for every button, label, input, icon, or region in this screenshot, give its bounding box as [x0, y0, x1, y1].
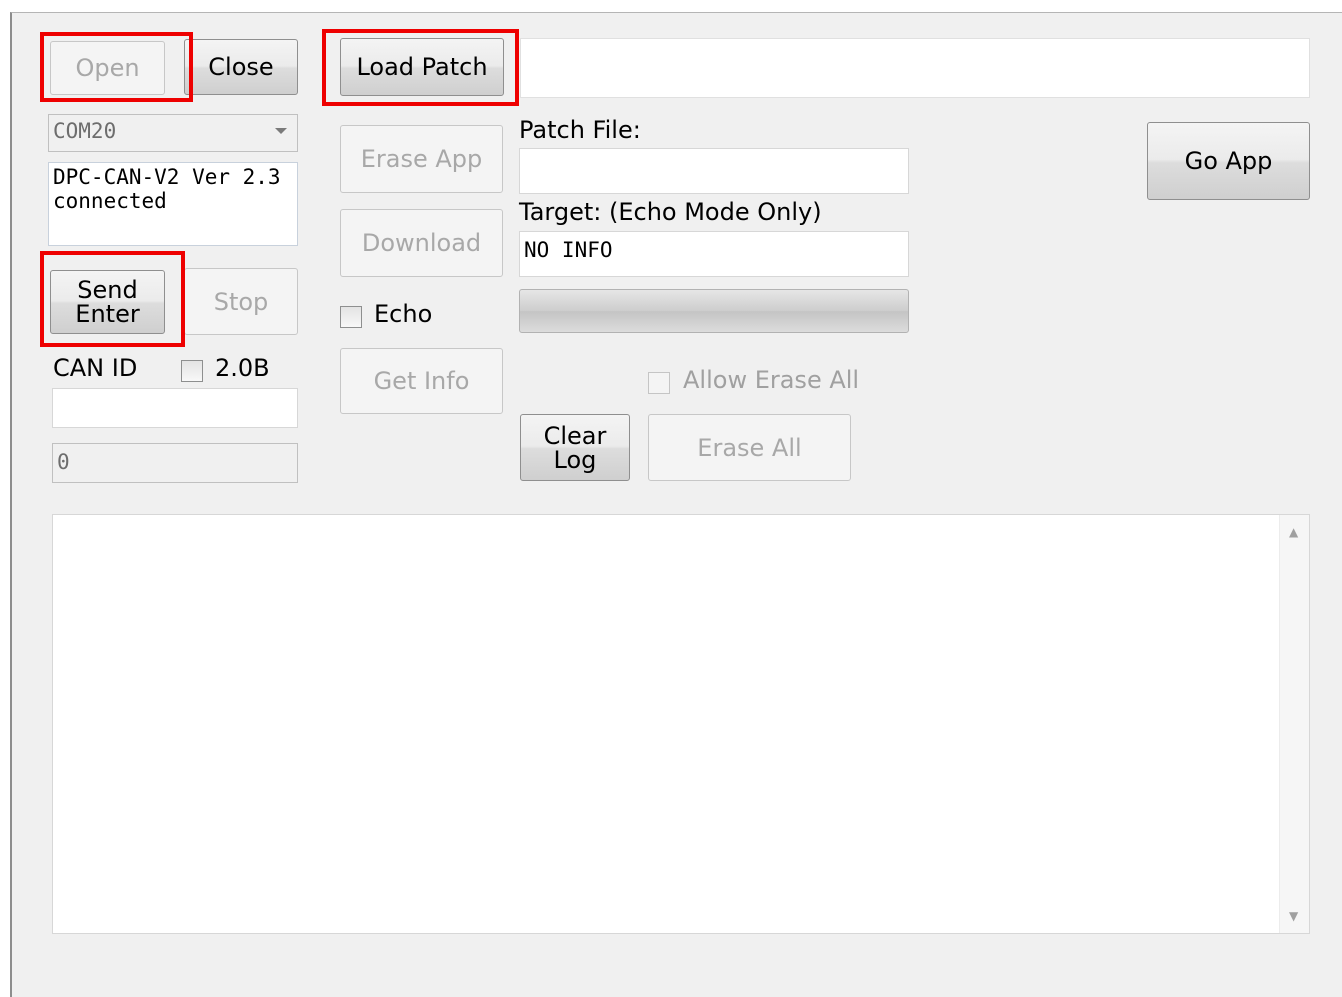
log-scrollbar[interactable]: ▲ ▼ [1279, 515, 1309, 933]
device-status-text: DPC-CAN-V2 Ver 2.3 connected [48, 162, 298, 246]
download-button[interactable]: Download [340, 209, 503, 277]
stop-button[interactable]: Stop [184, 268, 298, 335]
counter-field: 0 [52, 443, 298, 483]
chevron-down-icon[interactable] [275, 128, 287, 134]
get-info-button[interactable]: Get Info [340, 348, 503, 414]
allow-erase-all-checkbox[interactable] [648, 372, 670, 394]
can20b-label: 2.0B [215, 354, 270, 382]
patch-file-label: Patch File: [519, 116, 641, 144]
can-id-input[interactable] [52, 388, 298, 428]
can20b-checkbox[interactable] [181, 360, 203, 382]
erase-all-button[interactable]: Erase All [648, 414, 851, 481]
com-port-select[interactable]: COM20 [48, 114, 298, 152]
patch-path-field[interactable] [520, 38, 1310, 98]
com-port-value: COM20 [53, 119, 117, 143]
erase-app-button[interactable]: Erase App [340, 125, 503, 193]
progress-bar [519, 289, 909, 333]
patch-file-field [519, 148, 909, 194]
send-enter-button[interactable]: Send Enter [50, 270, 165, 334]
target-label: Target: (Echo Mode Only) [519, 198, 822, 226]
target-info-field: NO INFO [519, 231, 909, 277]
scroll-up-icon[interactable]: ▲ [1289, 525, 1298, 539]
can-id-label: CAN ID [53, 354, 138, 382]
echo-checkbox[interactable] [340, 306, 362, 328]
open-button[interactable]: Open [50, 41, 165, 95]
close-button[interactable]: Close [184, 39, 298, 95]
log-textarea[interactable]: ▲ ▼ [52, 514, 1310, 934]
go-app-button[interactable]: Go App [1147, 122, 1310, 200]
scroll-down-icon[interactable]: ▼ [1289, 909, 1298, 923]
allow-erase-all-label: Allow Erase All [683, 366, 860, 394]
echo-label: Echo [374, 300, 433, 328]
load-patch-button[interactable]: Load Patch [340, 38, 504, 96]
clear-log-button[interactable]: Clear Log [520, 414, 630, 481]
